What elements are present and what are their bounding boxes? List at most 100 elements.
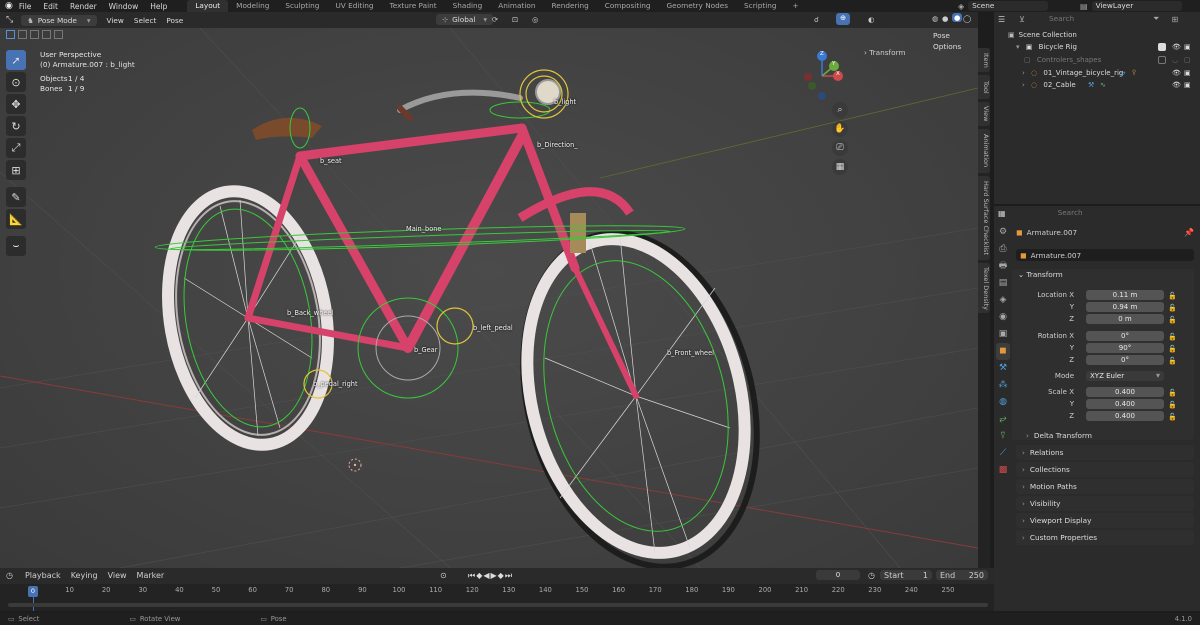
camera-icon[interactable]: ▢ <box>1184 54 1191 66</box>
rotation-z-field[interactable]: 0° <box>1086 355 1164 365</box>
snap-icon[interactable]: ⊡ <box>512 15 518 24</box>
lock-icon[interactable]: 🔓 <box>1168 411 1177 423</box>
texture-props-icon[interactable]: ▩ <box>996 462 1010 479</box>
eye-closed-icon[interactable]: ◡ <box>1172 54 1178 66</box>
scale-y-field[interactable]: 0.400 <box>1086 399 1164 409</box>
blender-logo-icon[interactable]: ◉ <box>5 1 13 11</box>
expand-arrow-icon[interactable]: › <box>1022 81 1025 89</box>
tool-settings-icon[interactable]: ⚙ <box>996 224 1010 241</box>
overlay-toggle-icon[interactable]: ⊕ <box>836 13 850 25</box>
custom-properties-panel[interactable]: Custom Properties <box>1016 530 1194 545</box>
checkbox-checked[interactable] <box>1158 43 1166 51</box>
eye-icon[interactable]: 👁 <box>1172 67 1181 79</box>
transform-panel-header[interactable]: ⌄ Transform <box>1018 270 1063 279</box>
outliner-editor-icon[interactable]: ☰ <box>998 15 1005 24</box>
move-tool-icon[interactable]: ✥ <box>6 94 26 114</box>
timeline-menu-keying[interactable]: Keying <box>71 571 98 580</box>
bone-label-back-wheel[interactable]: b_Back_wheel <box>287 309 333 317</box>
location-x-field[interactable]: 0.11 m <box>1086 290 1164 300</box>
tab-tool[interactable]: Tool <box>978 75 990 99</box>
bone-label-pedal-right[interactable]: b_pedal_right <box>313 380 358 388</box>
collections-panel[interactable]: Collections <box>1016 462 1194 477</box>
viewport-menu-select[interactable]: Select <box>134 16 157 25</box>
proportional-edit-icon[interactable]: ◎ <box>532 15 538 24</box>
object-name-field[interactable]: ◼ Armature.007 <box>1016 249 1194 261</box>
bone-props-icon[interactable]: ⟋ <box>996 445 1010 462</box>
physics-icon[interactable]: ◍ <box>996 394 1010 411</box>
scene-props-icon[interactable]: ◈ <box>996 292 1010 309</box>
world-icon[interactable]: ◉ <box>996 309 1010 326</box>
properties-editor-icon[interactable]: ▦ <box>998 209 1006 218</box>
end-frame-field[interactable]: End 250 <box>936 570 988 580</box>
collapse-arrow-icon[interactable]: ▾ <box>1016 43 1020 51</box>
location-y-field[interactable]: 0.94 m <box>1086 302 1164 312</box>
scene-field[interactable]: Scene <box>968 1 1049 11</box>
scale-z-field[interactable]: 0.400 <box>1086 411 1164 421</box>
tab-sculpting[interactable]: Sculpting <box>277 0 327 12</box>
rotation-x-field[interactable]: 0° <box>1086 331 1164 341</box>
timeline-editor-icon[interactable]: ◷ <box>6 571 13 580</box>
tab-uv-editing[interactable]: UV Editing <box>327 0 381 12</box>
start-frame-field[interactable]: Start 1 <box>880 570 932 580</box>
bone-label-main[interactable]: Main_bone <box>406 225 442 233</box>
viewport-display-panel[interactable]: Viewport Display <box>1016 513 1194 528</box>
viewlayer-field[interactable]: ViewLayer <box>1091 1 1182 11</box>
measure-tool-icon[interactable]: 📐 <box>6 209 26 229</box>
motion-paths-panel[interactable]: Motion Paths <box>1016 479 1194 494</box>
gizmo-toggle-icon[interactable]: ☌ <box>814 15 819 24</box>
playhead[interactable]: 0 <box>28 586 38 597</box>
shading-solid-icon[interactable]: ● <box>942 14 948 23</box>
object-constraint-icon[interactable]: ⥂ <box>996 411 1010 428</box>
tab-layout[interactable]: Layout <box>187 0 229 12</box>
pose-options-button[interactable]: Pose Options <box>927 30 978 51</box>
bone-label-direction[interactable]: b_Direction_ <box>537 141 578 149</box>
eye-icon[interactable]: 👁 <box>1172 79 1181 91</box>
transform-panel-toggle[interactable]: › Transform <box>864 48 906 57</box>
lock-icon[interactable]: 🔓 <box>1168 314 1177 326</box>
record-icon[interactable]: ⊙ <box>440 571 447 580</box>
play-reverse-icon[interactable]: ◀ <box>483 571 490 580</box>
vintage-bicycle-rig-row[interactable]: › ◌ 01_Vintage_bicycle_rig ⥂ ⍢ 👁 ▣ <box>1022 67 1196 79</box>
lock-icon[interactable]: 🔓 <box>1168 399 1177 411</box>
camera-icon[interactable]: ▣ <box>1184 79 1191 91</box>
bone-label-front-wheel[interactable]: b_Front_wheel <box>667 349 714 357</box>
lock-icon[interactable]: 🔓 <box>1168 355 1177 367</box>
viewlayer-selector[interactable]: ▤ ViewLayer <box>1080 1 1182 11</box>
bone-label-light[interactable]: b_light <box>554 98 576 106</box>
location-z-field[interactable]: 0 m <box>1086 314 1164 324</box>
tab-compositing[interactable]: Compositing <box>597 0 659 12</box>
object-props-icon[interactable]: ◼ <box>996 343 1010 360</box>
shading-rendered-icon[interactable]: ◯ <box>963 14 971 23</box>
outliner-search-input[interactable]: Search <box>1045 14 1104 24</box>
camera-icon[interactable]: ▣ <box>1184 41 1191 53</box>
bicycle-rig-row[interactable]: ▾ ▣ Bicycle Rig 👁 ▣ <box>1016 41 1196 53</box>
timeline-menu-playback[interactable]: Playback <box>25 571 61 580</box>
select-tool-icon[interactable]: ➚ <box>6 50 26 70</box>
bone-label-left-pedal[interactable]: b_left_pedal <box>473 324 513 332</box>
tab-shading[interactable]: Shading <box>445 0 491 12</box>
checkbox-unchecked[interactable] <box>1158 56 1166 64</box>
tab-animation[interactable]: Animation <box>490 0 543 12</box>
next-key-icon[interactable]: ◆ <box>498 571 505 580</box>
bone-label-gear[interactable]: b_Gear <box>414 346 437 354</box>
camera-icon[interactable]: ▣ <box>1184 67 1191 79</box>
camera-view-icon[interactable]: ⎚ <box>832 140 848 156</box>
output-icon[interactable]: 🖶 <box>996 258 1010 275</box>
pivot-icon[interactable]: ⟳ <box>492 15 498 24</box>
view-layer-icon[interactable]: ▤ <box>996 275 1010 292</box>
tab-texture-paint[interactable]: Texture Paint <box>382 0 445 12</box>
editor-type-icon[interactable]: ⤡ <box>6 15 13 25</box>
eye-icon[interactable]: 👁 <box>1172 41 1181 53</box>
tab-rendering[interactable]: Rendering <box>543 0 596 12</box>
shading-wire-icon[interactable]: ◍ <box>932 14 938 23</box>
scale-tool-icon[interactable]: ⤢ <box>6 138 26 158</box>
jump-start-icon[interactable]: ⏮ <box>468 571 476 580</box>
tab-item[interactable]: Item <box>978 48 990 72</box>
render-icon[interactable]: ⎙ <box>996 241 1010 258</box>
menu-render[interactable]: Render <box>70 2 97 11</box>
bone-label-seat[interactable]: b_seat <box>320 157 342 165</box>
cursor-tool-icon[interactable]: ⊙ <box>6 72 26 92</box>
lock-icon[interactable]: 🔓 <box>1168 290 1177 302</box>
timeline-scrollbar[interactable] <box>8 603 988 607</box>
orientation-dropdown[interactable]: ⊹ Global ▾ <box>436 14 494 25</box>
